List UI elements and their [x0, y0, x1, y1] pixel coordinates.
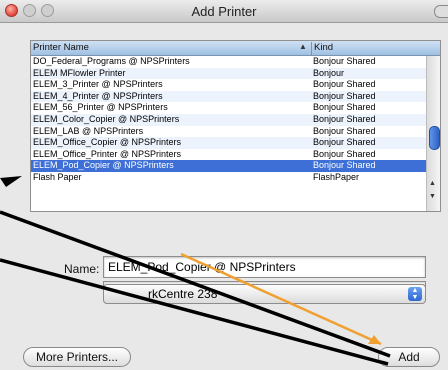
printer-kind: FlashPaper: [313, 171, 360, 182]
print-using-popup[interactable]: rkCentre 238 ▲ ▼: [103, 284, 426, 304]
title-bar[interactable]: Add Printer: [0, 0, 448, 23]
printer-name-field[interactable]: ELEM_Pod_Copier @ NPSPrinters: [103, 256, 426, 278]
printer-name: ELEM_3_Printer @ NPSPrinters: [33, 79, 163, 90]
column-header-printer-name[interactable]: Printer Name: [33, 42, 309, 53]
column-header-kind[interactable]: Kind: [311, 42, 333, 55]
printer-list[interactable]: Printer Name ▲ Kind DO_Federal_Programs …: [30, 40, 441, 212]
window-title: Add Printer: [191, 4, 257, 19]
name-label: Name:: [64, 262, 100, 276]
printer-name: ELEM_Color_Copier @ NPSPrinters: [33, 113, 180, 124]
more-printers-button[interactable]: More Printers...: [23, 347, 131, 367]
add-button[interactable]: Add: [378, 347, 440, 367]
table-row[interactable]: Flash Paper FlashPaper: [31, 172, 426, 184]
printer-name: ELEM_56_Printer @ NPSPrinters: [33, 102, 168, 113]
popup-arrows-icon: ▲ ▼: [408, 287, 422, 301]
list-header: Printer Name ▲ Kind: [31, 41, 440, 56]
scroll-up-icon[interactable]: ▲: [429, 180, 436, 187]
table-row[interactable]: ELEM_LAB @ NPSPrinters Bonjour Shared: [31, 126, 426, 138]
printer-name: DO_Federal_Programs @ NPSPrinters: [33, 56, 190, 66]
printer-name: ELEM_4_Printer @ NPSPrinters: [33, 90, 163, 101]
list-scrollbar[interactable]: ▲ ▼: [426, 56, 440, 211]
table-row[interactable]: ELEM_56_Printer @ NPSPrinters Bonjour Sh…: [31, 102, 426, 114]
annotation-line-upper: [0, 176, 22, 187]
printer-name: Flash Paper: [33, 171, 82, 182]
scrollbar-thumb[interactable]: [429, 126, 440, 150]
printer-kind: Bonjour Shared: [313, 160, 376, 171]
printer-name: ELEM_Pod_Copier @ NPSPrinters: [33, 160, 174, 171]
printer-rows: DO_Federal_Programs @ NPSPrinters Bonjou…: [31, 56, 426, 184]
printer-kind: Bonjour Shared: [313, 113, 376, 124]
printer-kind: Bonjour: [313, 67, 345, 78]
printer-kind: Bonjour Shared: [313, 102, 376, 113]
printer-name: ELEM_LAB @ NPSPrinters: [33, 125, 144, 136]
printer-kind: Bonjour Shared: [313, 56, 376, 66]
table-row[interactable]: ELEM_3_Printer @ NPSPrinters Bonjour Sha…: [31, 79, 426, 91]
sort-ascending-icon: ▲: [299, 42, 307, 51]
printer-kind: Bonjour Shared: [313, 148, 376, 159]
printer-kind: Bonjour Shared: [313, 125, 376, 136]
table-row[interactable]: ELEM MFlowler Printer Bonjour: [31, 67, 426, 80]
table-row[interactable]: DO_Federal_Programs @ NPSPrinters Bonjou…: [31, 56, 426, 68]
printer-kind: Bonjour Shared: [313, 79, 376, 90]
toolbar-toggle-button[interactable]: [434, 5, 448, 18]
printer-name: ELEM_Office_Copier @ NPSPrinters: [33, 137, 182, 148]
annotation-arrowhead-icon: [368, 335, 381, 344]
table-row[interactable]: ELEM_Office_Printer @ NPSPrinters Bonjou…: [31, 149, 426, 161]
table-row[interactable]: ELEM_4_Printer @ NPSPrinters Bonjour Sha…: [31, 90, 426, 103]
print-using-value: rkCentre 238: [148, 287, 218, 301]
scroll-down-icon[interactable]: ▼: [429, 193, 436, 200]
table-row-selected[interactable]: ELEM_Pod_Copier @ NPSPrinters Bonjour Sh…: [31, 160, 426, 172]
printer-kind: Bonjour Shared: [313, 90, 376, 101]
printer-name: ELEM_Office_Printer @ NPSPrinters: [33, 148, 182, 159]
printer-name: ELEM MFlowler Printer: [33, 67, 126, 78]
table-row[interactable]: ELEM_Office_Copier @ NPSPrinters Bonjour…: [31, 137, 426, 149]
printer-kind: Bonjour Shared: [313, 137, 376, 148]
add-printer-window: Add Printer Printer Name ▲ Kind DO_Feder…: [0, 0, 448, 370]
table-row[interactable]: ELEM_Color_Copier @ NPSPrinters Bonjour …: [31, 113, 426, 126]
